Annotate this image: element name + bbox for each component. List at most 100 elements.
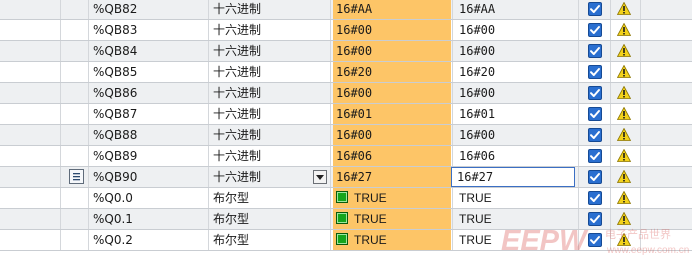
- column-divider: [578, 146, 579, 166]
- column-divider: [578, 20, 579, 40]
- table-row[interactable]: %QB83 十六进制 16#00 16#00: [0, 20, 692, 41]
- display-format-cell[interactable]: 布尔型: [213, 230, 323, 250]
- column-divider: [640, 62, 641, 82]
- modify-enable-checkbox[interactable]: [588, 146, 606, 166]
- checkbox-checked-icon[interactable]: [588, 44, 602, 58]
- list-icon[interactable]: [69, 169, 84, 184]
- column-divider: [60, 104, 61, 124]
- warning-icon: [613, 0, 635, 19]
- table-row[interactable]: %Q0.2 布尔型 TRUE TRUE: [0, 230, 692, 251]
- status-led-icon: [336, 212, 348, 224]
- modify-value-input[interactable]: 16#27: [451, 167, 575, 187]
- column-divider: [640, 125, 641, 145]
- modify-enable-checkbox[interactable]: [588, 188, 606, 208]
- modify-value-cell[interactable]: 16#20: [457, 62, 575, 82]
- column-divider: [578, 62, 579, 82]
- table-row[interactable]: %QB89 十六进制 16#06 16#06: [0, 146, 692, 167]
- modify-value-cell[interactable]: 16#00: [457, 41, 575, 61]
- display-format-cell[interactable]: 十六进制: [213, 20, 323, 40]
- address-cell[interactable]: %QB86: [93, 83, 203, 103]
- monitor-value: 16#00: [336, 128, 373, 142]
- table-row[interactable]: %QB84 十六进制 16#00 16#00: [0, 41, 692, 62]
- monitor-value: 16#00: [336, 23, 373, 37]
- chevron-down-icon[interactable]: [313, 170, 327, 184]
- modify-enable-checkbox[interactable]: [588, 0, 606, 19]
- checkbox-checked-icon[interactable]: [588, 86, 602, 100]
- column-divider: [640, 146, 641, 166]
- display-format-cell[interactable]: 十六进制: [213, 41, 323, 61]
- checkbox-checked-icon[interactable]: [588, 191, 602, 205]
- checkbox-checked-icon[interactable]: [588, 107, 602, 121]
- display-format-cell[interactable]: 十六进制: [213, 104, 323, 124]
- modify-value-cell[interactable]: TRUE: [457, 230, 575, 250]
- table-row[interactable]: %QB88 十六进制 16#00 16#00: [0, 125, 692, 146]
- address-cell[interactable]: %QB85: [93, 62, 203, 82]
- modify-value-cell[interactable]: 16#AA: [457, 0, 575, 19]
- checkbox-checked-icon[interactable]: [588, 128, 602, 142]
- address-cell[interactable]: %QB87: [93, 104, 203, 124]
- display-format-cell[interactable]: 十六进制: [213, 146, 323, 166]
- display-format-cell[interactable]: 十六进制: [213, 167, 323, 187]
- address-cell[interactable]: %QB83: [93, 20, 203, 40]
- monitor-value-cell: 16#20: [333, 62, 451, 82]
- modify-enable-checkbox[interactable]: [588, 104, 606, 124]
- column-divider: [88, 167, 89, 187]
- column-divider: [208, 62, 209, 82]
- address-cell[interactable]: %QB89: [93, 146, 203, 166]
- monitor-value-cell: 16#00: [333, 125, 451, 145]
- checkbox-checked-icon[interactable]: [588, 170, 602, 184]
- warning-icon: [613, 188, 635, 208]
- modify-enable-checkbox[interactable]: [588, 167, 606, 187]
- checkbox-checked-icon[interactable]: [588, 2, 602, 16]
- column-divider: [60, 83, 61, 103]
- checkbox-checked-icon[interactable]: [588, 149, 602, 163]
- modify-value-cell[interactable]: TRUE: [457, 188, 575, 208]
- checkbox-checked-icon[interactable]: [588, 23, 602, 37]
- table-row[interactable]: %QB87 十六进制 16#01 16#01: [0, 104, 692, 125]
- table-row[interactable]: %Q0.1 布尔型 TRUE TRUE: [0, 209, 692, 230]
- table-row[interactable]: %Q0.0 布尔型 TRUE TRUE: [0, 188, 692, 209]
- modify-enable-checkbox[interactable]: [588, 20, 606, 40]
- modify-enable-checkbox[interactable]: [588, 209, 606, 229]
- column-divider: [330, 20, 331, 40]
- display-format-cell[interactable]: 布尔型: [213, 188, 323, 208]
- modify-enable-checkbox[interactable]: [588, 41, 606, 61]
- modify-enable-checkbox[interactable]: [588, 62, 606, 82]
- display-format-cell[interactable]: 十六进制: [213, 62, 323, 82]
- modify-value-cell[interactable]: 16#01: [457, 104, 575, 124]
- address-cell[interactable]: %Q0.2: [93, 230, 203, 250]
- checkbox-checked-icon[interactable]: [588, 233, 602, 247]
- display-format-cell[interactable]: 十六进制: [213, 83, 323, 103]
- table-row[interactable]: %QB82 十六进制 16#AA 16#AA: [0, 0, 692, 20]
- modify-enable-checkbox[interactable]: [588, 125, 606, 145]
- table-row[interactable]: %QB90 十六进制 16#27 16#27: [0, 167, 692, 188]
- modify-enable-checkbox[interactable]: [588, 83, 606, 103]
- column-divider: [88, 41, 89, 61]
- column-divider: [60, 0, 61, 19]
- address-cell[interactable]: %QB88: [93, 125, 203, 145]
- address-cell[interactable]: %Q0.1: [93, 209, 203, 229]
- checkbox-checked-icon[interactable]: [588, 212, 602, 226]
- display-format-cell[interactable]: 布尔型: [213, 209, 323, 229]
- address-cell[interactable]: %Q0.0: [93, 188, 203, 208]
- column-divider: [60, 209, 61, 229]
- modify-value-cell[interactable]: 16#00: [457, 83, 575, 103]
- column-divider: [88, 209, 89, 229]
- modify-value-cell[interactable]: TRUE: [457, 209, 575, 229]
- modify-value-cell[interactable]: 16#00: [457, 125, 575, 145]
- modify-value-cell[interactable]: 16#06: [457, 146, 575, 166]
- address-cell[interactable]: %QB84: [93, 41, 203, 61]
- column-divider: [60, 62, 61, 82]
- modify-value-cell[interactable]: 16#00: [457, 20, 575, 40]
- table-row[interactable]: %QB86 十六进制 16#00 16#00: [0, 83, 692, 104]
- display-format-cell[interactable]: 十六进制: [213, 0, 323, 19]
- modify-enable-checkbox[interactable]: [588, 230, 606, 250]
- monitor-value: 16#00: [336, 44, 373, 58]
- display-format-cell[interactable]: 十六进制: [213, 125, 323, 145]
- address-cell[interactable]: %QB90: [93, 167, 203, 187]
- table-row[interactable]: %QB85 十六进制 16#20 16#20: [0, 62, 692, 83]
- checkbox-checked-icon[interactable]: [588, 65, 602, 79]
- column-divider: [640, 41, 641, 61]
- column-divider: [578, 209, 579, 229]
- address-cell[interactable]: %QB82: [93, 0, 203, 19]
